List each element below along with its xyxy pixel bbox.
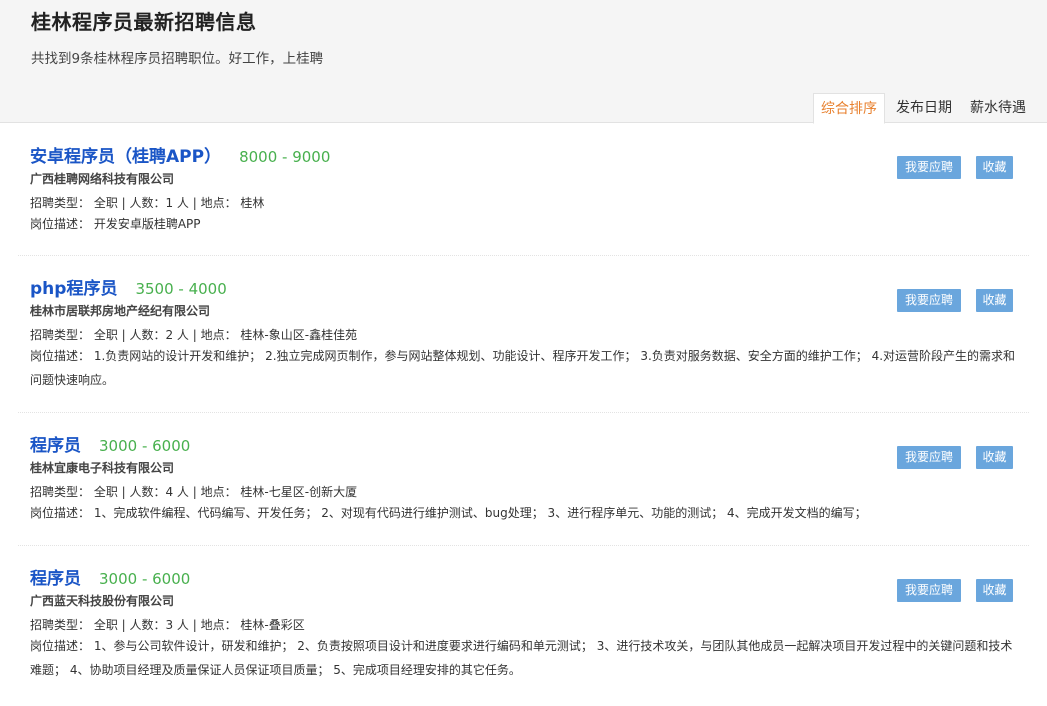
job-description: 岗位描述： 1.负责网站的设计开发和维护； 2.独立完成网页制作，参与网站整体规… [30,349,1016,387]
job-meta: 招聘类型： 全职 | 人数：3 人 | 地点： 桂林-叠彩区 [30,618,305,632]
job-description: 岗位描述： 开发安卓版桂聘APP [30,217,201,231]
apply-button[interactable]: 我要应聘 [897,156,961,179]
job-title-row: 程序员 3000 - 6000 [30,564,190,589]
job-description: 岗位描述： 1、参与公司软件设计，研发和维护； 2、负责按照项目设计和进度要求进… [30,639,1013,677]
job-salary: 3000 - 6000 [99,570,191,588]
job-meta: 招聘类型： 全职 | 人数：4 人 | 地点： 桂林-七星区-创新大厦 [30,485,358,499]
company-name: 桂林宜康电子科技有限公司 [30,461,175,475]
page-header: 桂林程序员最新招聘信息 共找到9条桂林程序员招聘职位。好工作，上桂聘 综合排序 … [0,0,1047,124]
sort-tabs: 综合排序 发布日期 薪水待遇 [809,93,1033,124]
apply-button[interactable]: 我要应聘 [897,579,961,602]
tab-sort-comprehensive[interactable]: 综合排序 [813,93,885,124]
job-title-link[interactable]: 程序员 [30,569,81,589]
job-description: 岗位描述： 1、完成软件编程、代码编写、开发任务； 2、对现有代码进行维护测试、… [30,506,867,520]
tab-sort-salary[interactable]: 薪水待遇 [963,93,1033,124]
job-salary: 3500 - 4000 [135,280,227,298]
job-title-link[interactable]: php程序员 [30,279,117,299]
job-item: php程序员 3500 - 4000 桂林市居联邦房地产经纪有限公司 招聘类型： … [18,256,1029,413]
favorite-button[interactable]: 收藏 [976,289,1013,312]
job-title-link[interactable]: 安卓程序员（桂聘APP） [30,147,221,167]
tab-sort-date[interactable]: 发布日期 [889,93,959,124]
favorite-button[interactable]: 收藏 [976,579,1013,602]
job-item: 程序员 3000 - 6000 广西蓝天科技股份有限公司 招聘类型： 全职 | 人… [18,546,1029,706]
job-title-link[interactable]: 程序员 [30,436,81,456]
company-name: 广西蓝天科技股份有限公司 [30,594,175,608]
job-meta: 招聘类型： 全职 | 人数：1 人 | 地点： 桂林 [30,196,265,210]
company-name: 广西桂聘网络科技有限公司 [30,172,175,186]
job-title-row: php程序员 3500 - 4000 [30,274,227,299]
favorite-button[interactable]: 收藏 [976,446,1013,469]
favorite-button[interactable]: 收藏 [976,156,1013,179]
job-meta: 招聘类型： 全职 | 人数：2 人 | 地点： 桂林-象山区-鑫桂佳苑 [30,328,358,342]
job-title-row: 安卓程序员（桂聘APP） 8000 - 9000 [30,142,330,167]
company-name: 桂林市居联邦房地产经纪有限公司 [30,304,211,318]
job-item: 安卓程序员（桂聘APP） 8000 - 9000 广西桂聘网络科技有限公司 招聘类… [18,124,1029,256]
job-list: 安卓程序员（桂聘APP） 8000 - 9000 广西桂聘网络科技有限公司 招聘类… [0,124,1047,706]
apply-button[interactable]: 我要应聘 [897,446,961,469]
job-salary: 8000 - 9000 [239,148,331,166]
result-summary: 共找到9条桂林程序员招聘职位。好工作，上桂聘 [31,51,324,67]
page-title: 桂林程序员最新招聘信息 [31,10,257,34]
apply-button[interactable]: 我要应聘 [897,289,961,312]
job-salary: 3000 - 6000 [99,437,191,455]
job-title-row: 程序员 3000 - 6000 [30,431,190,456]
job-item: 程序员 3000 - 6000 桂林宜康电子科技有限公司 招聘类型： 全职 | 人… [18,413,1029,546]
